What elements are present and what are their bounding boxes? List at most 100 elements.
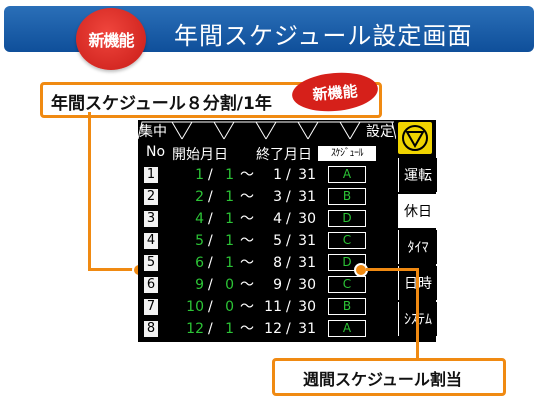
range-tilde: ～ [240, 255, 254, 271]
start-month[interactable]: 9 [182, 277, 204, 293]
side-button-label: 休日 [404, 204, 432, 220]
table-row[interactable]: 7 10/0 ～ 11/30 B [138, 296, 398, 318]
end-day[interactable]: 31 [296, 233, 316, 249]
date-separator: / [286, 233, 291, 249]
weekly-schedule-callout: 週間スケジュール割当 [272, 358, 506, 396]
end-day[interactable]: 31 [296, 189, 316, 205]
start-month[interactable]: 10 [182, 299, 204, 315]
schedule-assignment[interactable]: B [328, 188, 366, 205]
end-day[interactable]: 30 [296, 277, 316, 293]
new-feature-badge: 新機能 [76, 8, 146, 70]
side-button-3[interactable]: ﾀｲﾏ [398, 230, 437, 264]
schedule-assignment[interactable]: D [328, 210, 366, 227]
end-day[interactable]: 30 [296, 299, 316, 315]
date-separator: / [286, 167, 291, 183]
end-day[interactable]: 31 [296, 255, 316, 271]
warning-triangle-icon[interactable] [398, 122, 432, 154]
end-day[interactable]: 30 [296, 211, 316, 227]
end-month[interactable]: 3 [260, 189, 282, 205]
end-day[interactable]: 31 [296, 167, 316, 183]
end-month[interactable]: 11 [260, 299, 282, 315]
start-day[interactable]: 1 [220, 189, 234, 205]
date-separator: / [208, 277, 213, 293]
topbar-frame-icon [138, 121, 396, 140]
tab-settings[interactable]: 設定 [366, 121, 394, 141]
schedule-assignment[interactable]: C [328, 232, 366, 249]
row-number[interactable]: 5 [144, 255, 158, 271]
date-separator: / [208, 255, 213, 271]
weekly-schedule-callout-text: 週間スケジュール割当 [303, 370, 462, 389]
column-header-no: No [146, 144, 166, 160]
row-number[interactable]: 4 [144, 233, 158, 249]
schedule-assignment[interactable]: A [328, 166, 366, 183]
range-tilde: ～ [240, 189, 254, 205]
table-row[interactable]: 3 4/1 ～ 4/30 D [138, 208, 398, 230]
row-number[interactable]: 6 [144, 277, 158, 293]
start-day[interactable]: 0 [220, 299, 234, 315]
start-day[interactable]: 1 [220, 255, 234, 271]
row-number[interactable]: 7 [144, 299, 158, 315]
start-month[interactable]: 12 [182, 321, 204, 337]
end-month[interactable]: 4 [260, 211, 282, 227]
start-day[interactable]: 1 [220, 211, 234, 227]
date-separator: / [208, 189, 213, 205]
column-header-start-date: 開始月日 [172, 147, 228, 163]
date-separator: / [208, 211, 213, 227]
tab-centralized[interactable]: 集中 [139, 121, 167, 141]
start-day[interactable]: 1 [220, 321, 234, 337]
start-month[interactable]: 4 [182, 211, 204, 227]
connector-line [416, 268, 419, 360]
end-month[interactable]: 8 [260, 255, 282, 271]
range-tilde: ～ [240, 211, 254, 227]
start-day[interactable]: 1 [220, 233, 234, 249]
range-tilde: ～ [240, 167, 254, 183]
table-row[interactable]: 4 5/1 ～ 5/31 C [138, 230, 398, 252]
date-separator: / [208, 167, 213, 183]
new-feature-pill-label: 新機能 [311, 81, 359, 104]
column-header-end-date: 終了月日 [256, 147, 312, 163]
end-day[interactable]: 31 [296, 321, 316, 337]
date-separator: / [286, 189, 291, 205]
connector-line [366, 268, 418, 271]
table-row[interactable]: 8 12/1 ～ 12/31 A [138, 318, 398, 340]
end-month[interactable]: 9 [260, 277, 282, 293]
side-button-label: ﾀｲﾏ [407, 240, 429, 256]
column-header-schedule: ｽｹｼﾞｭｰﾙ [318, 146, 376, 161]
date-separator: / [286, 277, 291, 293]
row-number[interactable]: 2 [144, 189, 158, 205]
row-number[interactable]: 3 [144, 211, 158, 227]
range-tilde: ～ [240, 233, 254, 249]
table-row[interactable]: 1 1/1 ～ 1/31 A [138, 164, 398, 186]
date-separator: / [286, 255, 291, 271]
schedule-assignment[interactable]: A [328, 320, 366, 337]
end-month[interactable]: 1 [260, 167, 282, 183]
schedule-assignment[interactable]: B [328, 298, 366, 315]
end-month[interactable]: 5 [260, 233, 282, 249]
range-tilde: ～ [240, 299, 254, 315]
start-month[interactable]: 5 [182, 233, 204, 249]
lcd-screen: 集中 設定 No 開始月日 終了月日 ｽｹｼﾞｭｰﾙ 1 1/1 ～ 1/31 A 2 2/… [138, 120, 437, 342]
table-row[interactable]: 2 2/1 ～ 3/31 B [138, 186, 398, 208]
side-button-1[interactable]: 運転 [398, 158, 437, 192]
connector-line [88, 112, 91, 270]
side-button-label: 運転 [404, 168, 432, 184]
start-month[interactable]: 6 [182, 255, 204, 271]
start-day[interactable]: 1 [220, 167, 234, 183]
date-separator: / [208, 299, 213, 315]
start-month[interactable]: 1 [182, 167, 204, 183]
start-month[interactable]: 2 [182, 189, 204, 205]
end-month[interactable]: 12 [260, 321, 282, 337]
row-number[interactable]: 1 [144, 167, 158, 183]
start-day[interactable]: 0 [220, 277, 234, 293]
row-number[interactable]: 8 [144, 321, 158, 337]
date-separator: / [286, 299, 291, 315]
schedule-assignment[interactable]: C [328, 276, 366, 293]
side-button-2[interactable]: 休日 [398, 194, 437, 228]
screen-topbar: 集中 設定 [138, 120, 396, 140]
annual-schedule-callout-text: 年間スケジュール８分割/1年 [51, 94, 272, 114]
range-tilde: ～ [240, 277, 254, 293]
table-row[interactable]: 6 9/0 ～ 9/30 C [138, 274, 398, 296]
date-separator: / [208, 233, 213, 249]
date-separator: / [286, 321, 291, 337]
page-title: 年間スケジュール設定画面 [174, 22, 473, 50]
